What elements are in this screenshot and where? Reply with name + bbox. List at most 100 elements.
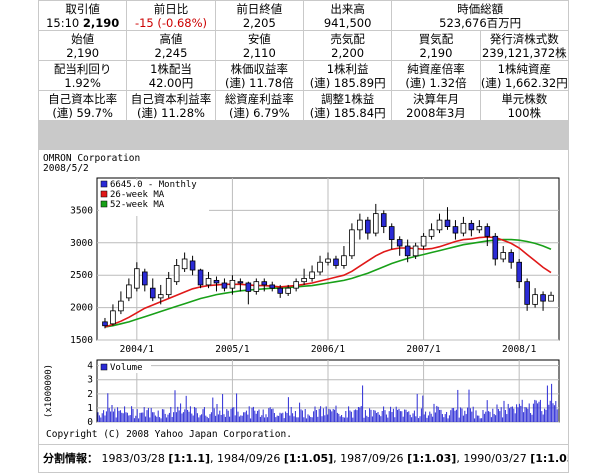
quote-cell: 調整1株益 (連) 185.84円 bbox=[303, 91, 392, 120]
price-x-tick-label: 2008/1 bbox=[502, 344, 537, 355]
candle-body bbox=[309, 271, 315, 279]
split-ratio: [1:1.03] bbox=[407, 452, 457, 465]
quote-value: (連) 11.78倍 bbox=[216, 76, 303, 90]
candle-body bbox=[118, 300, 124, 312]
quote-value: 1.92% bbox=[39, 76, 126, 90]
candle-body bbox=[396, 239, 403, 247]
split-date: 1983/03/28 bbox=[101, 452, 165, 465]
quote-label: 売気配 bbox=[330, 31, 365, 46]
quote-value: 239,121,372株 bbox=[481, 46, 568, 60]
quote-value-text: (連) 6.79% bbox=[228, 105, 290, 120]
volume-y-axis-label: (x1000000) bbox=[44, 364, 54, 418]
volume-y-tick-label: 3 bbox=[87, 375, 93, 386]
quote-label: 自己資本比率 bbox=[48, 91, 118, 106]
price-x-tick-label: 2007/1 bbox=[406, 344, 441, 355]
split-entry: 1983/03/28 [1:1.1], bbox=[101, 452, 214, 465]
quote-label: 自己資本利益率 bbox=[130, 91, 212, 106]
volume-y-tick-label: 4 bbox=[87, 361, 93, 372]
split-ratio: [1:1.05] bbox=[530, 452, 568, 465]
split-entry: 1984/09/26 [1:1.05], bbox=[217, 452, 337, 465]
quote-cell: 自己資本利益率 (連) 11.28% bbox=[127, 91, 215, 120]
candle-body bbox=[229, 279, 236, 289]
candle-body bbox=[189, 260, 196, 271]
quote-label: 時価総額 bbox=[457, 1, 504, 16]
split-ratio: [1:1.05] bbox=[283, 452, 334, 465]
quote-row: 自己資本比率 (連) 59.7% 自己資本利益率 (連) 11.28% 総資産利益率 (連… bbox=[39, 91, 568, 120]
volume-y-tick-label: 0 bbox=[87, 417, 93, 428]
quote-value: (連) 1.32倍 bbox=[392, 76, 479, 90]
quote-cell: 前日終値 2,205 bbox=[215, 1, 303, 30]
quote-cell: 安値 2,110 bbox=[215, 31, 303, 60]
quote-value: 941,500 bbox=[304, 16, 391, 30]
quote-label: 出来高 bbox=[330, 1, 365, 16]
quote-value: 2,190 bbox=[39, 46, 126, 60]
quote-label: 決算年月 bbox=[412, 91, 459, 106]
quote-value: 15:10 2,190 bbox=[39, 16, 126, 30]
quote-label: 前日終値 bbox=[236, 1, 283, 16]
quote-value: (連) 185.89円 bbox=[304, 76, 391, 90]
quote-cell: 取引値 15:10 2,190 bbox=[39, 1, 127, 30]
quote-value-text: 239,121,372株 bbox=[481, 45, 567, 60]
quote-cell: 総資産利益率 (連) 6.79% bbox=[215, 91, 303, 120]
quote-value-text: 2,110 bbox=[242, 45, 276, 60]
quote-value-text: 100株 bbox=[507, 105, 542, 120]
split-date: 1990/03/27 bbox=[463, 452, 527, 465]
candle-body bbox=[508, 252, 514, 263]
split-date: 1987/09/26 bbox=[340, 452, 404, 465]
candle-body bbox=[253, 281, 260, 292]
quote-label: 安値 bbox=[247, 31, 271, 46]
quote-cell: 出来高 941,500 bbox=[303, 1, 392, 30]
quote-value: (連) 1,662.32円 bbox=[481, 76, 568, 90]
quote-value: -15 (-0.68%) bbox=[127, 16, 214, 30]
candle-body bbox=[285, 287, 291, 294]
quote-cell: 前日比 -15 (-0.68%) bbox=[127, 1, 215, 30]
split-title: 分割情報： bbox=[43, 452, 98, 465]
quote-row: 配当利回り 1.92% 1株配当 42.00円 株価収益率 (連) 11.78倍 1株利益(… bbox=[39, 61, 568, 90]
quote-cell: 株価収益率 (連) 11.78倍 bbox=[215, 61, 303, 90]
quote-value: (連) 6.79% bbox=[216, 106, 303, 120]
quote-value-text: 2,205 bbox=[242, 15, 276, 30]
candle-body bbox=[349, 229, 355, 257]
candle-body bbox=[237, 281, 244, 284]
quote-value-text: 42.00円 bbox=[148, 75, 194, 90]
candle-body bbox=[468, 222, 475, 231]
candle-body bbox=[341, 255, 347, 266]
candle-body bbox=[404, 245, 411, 257]
quote-cell: 配当利回り 1.92% bbox=[39, 61, 127, 90]
quote-value-text: (連) 11.28% bbox=[137, 105, 205, 120]
candle-body bbox=[492, 235, 499, 260]
candle-body bbox=[365, 219, 371, 234]
candle-body bbox=[126, 284, 132, 299]
quote-label: 前日比 bbox=[153, 1, 189, 16]
legend-label: 6645.0 - Monthly bbox=[110, 180, 197, 190]
quote-value-text: 15:10 bbox=[46, 15, 83, 30]
candle-body bbox=[181, 258, 188, 270]
candle-body bbox=[452, 226, 459, 234]
volume-legend-swatch bbox=[100, 363, 108, 371]
quote-cell: 発行済株式数 239,121,372株 bbox=[480, 31, 568, 60]
legend-swatch bbox=[100, 200, 108, 208]
quote-table: 取引値 15:10 2,190 前日比 -15 (-0.68%) 前日終値 2,205 出来… bbox=[38, 0, 569, 121]
quote-label: 高値 bbox=[159, 31, 183, 46]
quote-row: 取引値 15:10 2,190 前日比 -15 (-0.68%) 前日終値 2,205 出来… bbox=[39, 1, 568, 30]
legend-label: 52-week MA bbox=[110, 200, 165, 210]
quote-value-text: (連) 185.89円 bbox=[309, 75, 386, 90]
candle-body bbox=[142, 271, 148, 286]
quote-cell: 買気配 2,190 bbox=[392, 31, 480, 60]
candle-body bbox=[293, 281, 299, 289]
quote-value-text: 2,190 bbox=[419, 45, 453, 60]
quote-value-text: (連) 185.84円 bbox=[309, 105, 386, 120]
quote-cell: 売気配 2,200 bbox=[303, 31, 392, 60]
quote-value: 2,200 bbox=[304, 46, 391, 60]
quote-value: (連) 185.84円 bbox=[304, 106, 391, 120]
volume-y-tick-label: 1 bbox=[87, 403, 93, 414]
quote-value-text: (連) 11.78倍 bbox=[225, 75, 294, 90]
candle-body bbox=[269, 284, 276, 289]
quote-label: 株価収益率 bbox=[230, 61, 289, 76]
candle-body bbox=[317, 261, 323, 273]
quote-value-text: 2,245 bbox=[154, 45, 188, 60]
price-chart: OMRON Corporation 2008/5/2 1500200025003… bbox=[43, 153, 560, 440]
candle-body bbox=[173, 265, 180, 283]
quote-value: 523,676百万円 bbox=[392, 16, 568, 30]
candle-body bbox=[380, 213, 387, 227]
